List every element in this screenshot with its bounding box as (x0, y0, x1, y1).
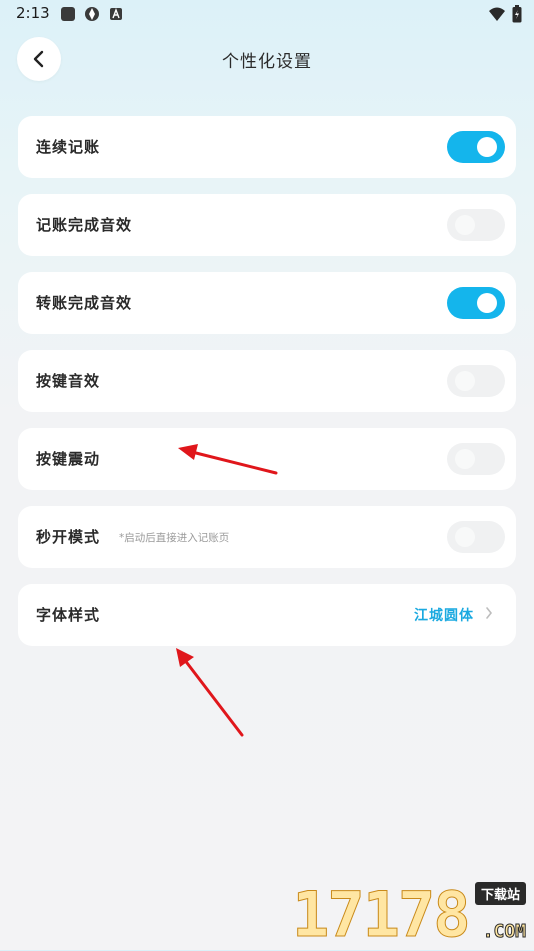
setting-label: 按键音效 (36, 372, 101, 390)
setting-font-style[interactable]: 字体样式 江城圆体 (18, 584, 516, 646)
chevron-right-icon (486, 607, 493, 619)
watermark-logo: 17178 下载站 .COM (292, 878, 532, 948)
setting-label: 按键震动 (36, 450, 101, 468)
setting-continuous-bookkeeping: 连续记账 (18, 116, 516, 178)
setting-hint: *启动后直接进入记账页 (119, 532, 230, 544)
setting-key-sound: 按键音效 (18, 350, 516, 412)
page-title: 个性化设置 (222, 52, 312, 72)
setting-label: 转账完成音效 (36, 294, 133, 312)
toggle-knob (455, 449, 475, 469)
font-style-value: 江城圆体 (414, 608, 474, 624)
key-vibration-toggle[interactable] (447, 443, 505, 475)
setting-label: 连续记账 (36, 138, 101, 156)
watermark-tag: 下载站 (474, 882, 526, 905)
setting-label: 记账完成音效 (36, 216, 133, 234)
font-a-icon (110, 8, 122, 20)
setting-key-vibration: 按键震动 (18, 428, 516, 490)
toggle-knob (477, 293, 497, 313)
watermark-digits: 17178 (292, 878, 472, 951)
setting-instant-open-mode: 秒开模式 *启动后直接进入记账页 (18, 506, 516, 568)
setting-transfer-complete-sound: 转账完成音效 (18, 272, 516, 334)
battery-icon (512, 5, 522, 23)
status-bar: 2:13 (0, 0, 534, 30)
setting-label: 字体样式 (36, 606, 101, 624)
aperture-icon (85, 7, 99, 21)
toggle-knob (455, 215, 475, 235)
setting-label: 秒开模式 (36, 528, 101, 546)
watermark-suffix: .COM (482, 921, 526, 943)
continuous-bookkeeping-toggle[interactable] (447, 131, 505, 163)
setting-bookkeeping-complete-sound: 记账完成音效 (18, 194, 516, 256)
bookkeeping-sound-toggle[interactable] (447, 209, 505, 241)
toggle-knob (455, 527, 475, 547)
app-square-icon (61, 7, 75, 21)
toggle-knob (455, 371, 475, 391)
annotation-arrow-font-style (176, 648, 244, 737)
status-time: 2:13 (16, 4, 50, 22)
transfer-sound-toggle[interactable] (447, 287, 505, 319)
toggle-knob (477, 137, 497, 157)
status-system-icons (488, 5, 522, 23)
key-sound-toggle[interactable] (447, 365, 505, 397)
status-notification-icons (60, 6, 124, 22)
wifi-icon (489, 7, 505, 21)
instant-open-toggle[interactable] (447, 521, 505, 553)
